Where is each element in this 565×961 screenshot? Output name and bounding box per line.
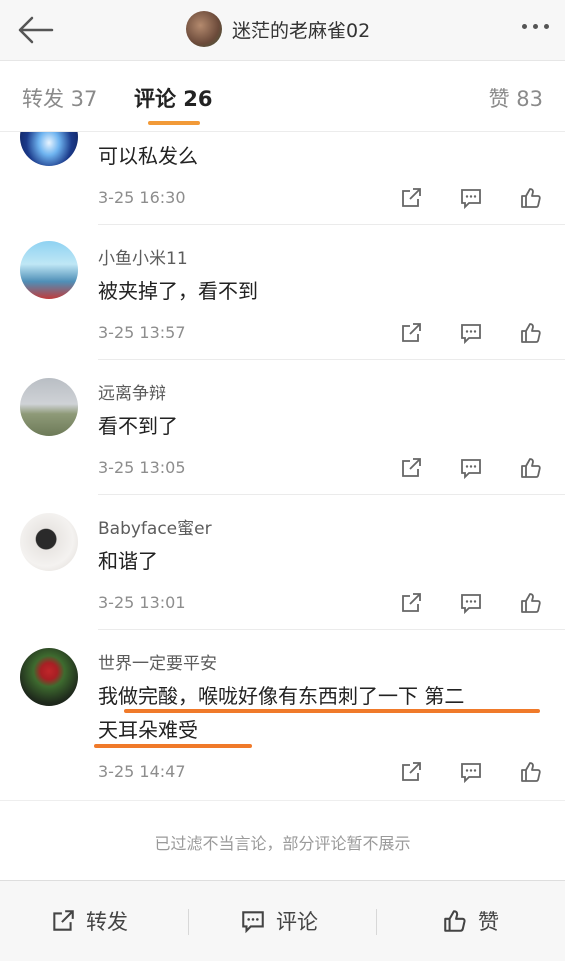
post-author[interactable]: 迷茫的老麻雀02 [186,8,370,50]
avatar[interactable] [20,241,78,299]
comment-list[interactable]: 可以私发么 3-25 16:30 小鱼小米11 被夹掉了，看不到 3-25 13… [0,132,565,800]
share-icon[interactable] [399,321,423,345]
reply-icon [242,911,264,934]
comment-time: 3-25 13:05 [98,458,186,477]
top-bar: 迷茫的老麻雀02 [0,0,565,61]
avatar[interactable] [20,378,78,436]
share-icon [53,910,74,931]
comment-button[interactable]: 评论 [240,881,318,961]
reply-icon[interactable] [459,760,483,784]
like-icon[interactable] [519,760,543,784]
avatar[interactable] [20,513,78,571]
reply-icon[interactable] [459,591,483,615]
like-icon[interactable] [519,186,543,210]
share-icon[interactable] [399,186,423,210]
like-icon[interactable] [519,456,543,480]
comment-time: 3-25 14:47 [98,762,186,781]
comment-label: 评论 [276,910,318,934]
like-label: 赞 [478,910,499,934]
tab-bar: 转发 37 评论 26 赞 83 [0,61,565,132]
divider [98,494,565,495]
divider [98,224,565,225]
reply-icon[interactable] [459,456,483,480]
comment-text-line: 我做完酸，喉咙好像有东西刺了一下 第二 [98,684,465,708]
comment-text: 被夹掉了，看不到 [98,279,258,303]
filter-notice-text: 已过滤不当言论，部分评论暂不展示 [154,834,411,853]
like-icon[interactable] [519,591,543,615]
divider [98,629,565,630]
avatar[interactable] [20,648,78,706]
tab-repost[interactable]: 转发 37 [22,83,97,113]
comment-time: 3-25 16:30 [98,188,186,207]
more-dots-icon[interactable] [522,24,549,29]
comment-text: 看不到了 [98,414,178,438]
active-tab-indicator [148,121,200,125]
divider [188,909,189,935]
highlight-underline [94,744,252,748]
highlight-underline [124,709,540,713]
comment-text: 和谐了 [98,549,158,573]
comment-text: 可以私发么 [98,144,198,168]
comment-time: 3-25 13:01 [98,593,186,612]
share-icon[interactable] [399,591,423,615]
share-icon[interactable] [399,456,423,480]
reply-icon[interactable] [459,186,483,210]
repost-label: 转发 [86,910,128,934]
divider [376,909,377,935]
comment-time: 3-25 13:57 [98,323,186,342]
comment-author[interactable]: 小鱼小米11 [98,244,188,269]
bottom-action-bar: 转发 评论 赞 [0,880,565,961]
tab-comments[interactable]: 评论 26 [134,83,213,113]
divider [98,359,565,360]
comment-author[interactable]: 世界一定要平安 [98,649,217,674]
like-icon[interactable] [519,321,543,345]
filter-notice: 已过滤不当言论，部分评论暂不展示 [0,800,565,881]
reply-icon[interactable] [459,321,483,345]
author-avatar[interactable] [186,11,222,47]
comment-author[interactable]: Babyface蜜er [98,514,212,539]
back-arrow-icon[interactable] [14,12,58,48]
share-icon[interactable] [399,760,423,784]
like-button[interactable]: 赞 [442,881,499,961]
tab-likes[interactable]: 赞 83 [489,83,543,113]
repost-button[interactable]: 转发 [50,881,128,961]
page-title: 迷茫的老麻雀02 [232,19,371,42]
comment-text-line: 天耳朵难受 [98,718,198,742]
like-icon [444,910,466,932]
comment-author[interactable]: 远离争辩 [98,379,166,404]
avatar[interactable] [20,132,78,166]
